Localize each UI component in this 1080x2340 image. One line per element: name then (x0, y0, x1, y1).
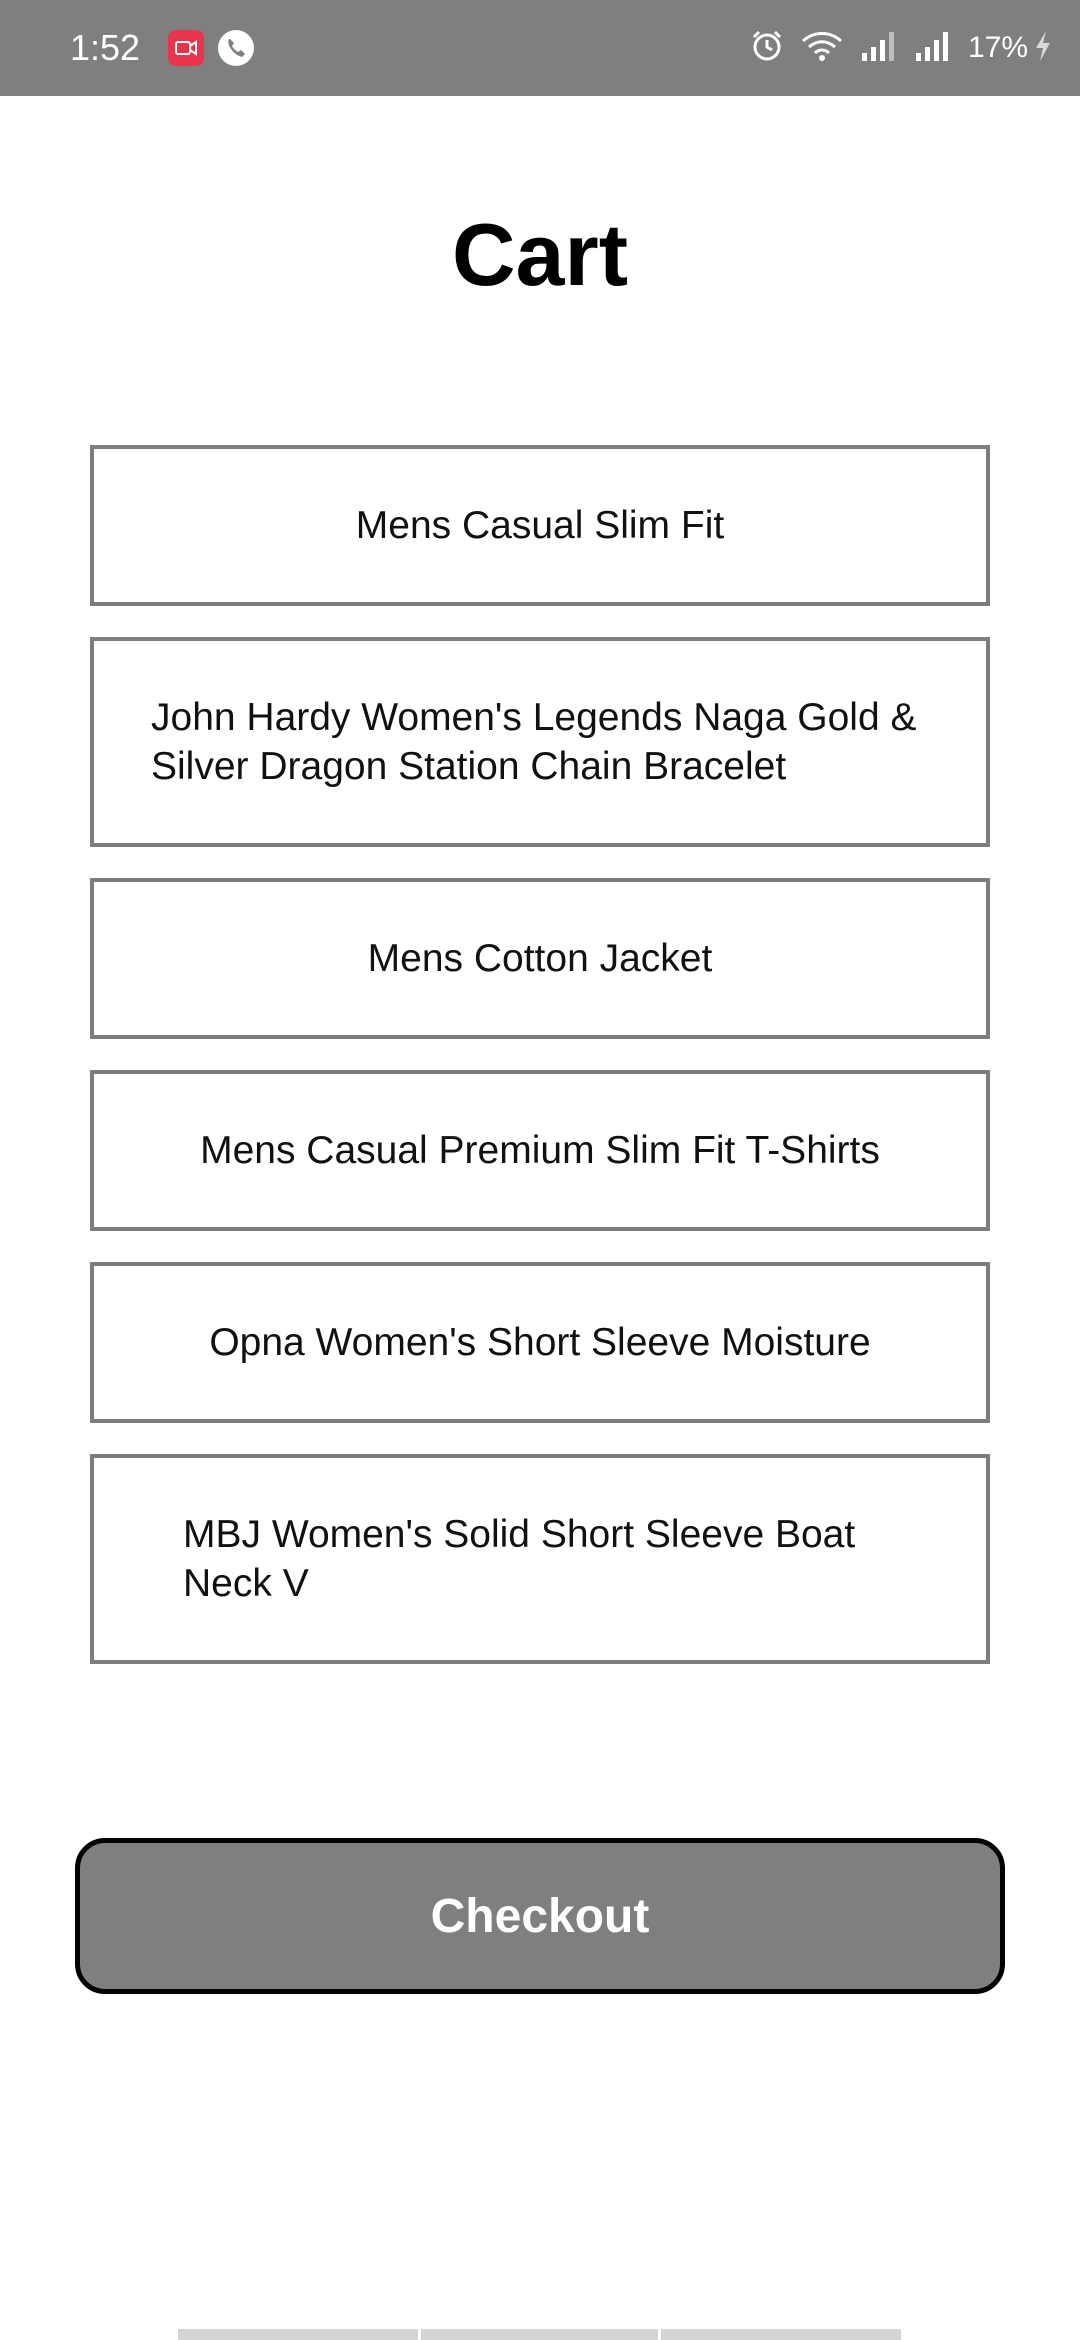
cart-item-mens-cotton-jacket[interactable]: Mens Cotton Jacket (90, 878, 990, 1039)
cart-item-label: Opna Women's Short Sleeve Moisture (209, 1321, 871, 1364)
nav-handle-right[interactable] (661, 2329, 901, 2340)
cart-item-label: Mens Casual Slim Fit (355, 504, 725, 547)
cart-item-mens-casual-slim-fit[interactable]: Mens Casual Slim Fit (90, 445, 990, 606)
signal-icon-2 (914, 29, 952, 68)
nav-handle-left[interactable] (178, 2329, 418, 2340)
cart-item-label: Mens Casual Premium Slim Fit T-Shirts (200, 1129, 880, 1172)
alarm-icon (750, 29, 784, 68)
wifi-icon (800, 29, 844, 68)
signal-icon (860, 29, 898, 68)
battery-percentage: 17% (967, 31, 1028, 64)
page-title: Cart (451, 205, 629, 304)
status-right-group: 17% (750, 26, 1054, 70)
cart-item-mbj-womens-boat-neck[interactable]: MBJ Women's Solid Short Sleeve Boat Neck… (90, 1454, 990, 1664)
cart-item-opna-womens-short-sleeve[interactable]: Opna Women's Short Sleeve Moisture (90, 1262, 990, 1423)
checkout-button-label: Checkout (430, 1889, 650, 1943)
checkout-button[interactable]: Checkout (75, 1838, 1005, 1994)
status-time: 1:52 (70, 27, 141, 68)
nav-handle-center[interactable] (421, 2329, 658, 2340)
cart-item-label: John Hardy Women's Legends Naga Gold & S… (151, 696, 917, 788)
cart-item-label: Mens Cotton Jacket (367, 937, 713, 980)
cart-item-mens-casual-premium-tshirts[interactable]: Mens Casual Premium Slim Fit T-Shirts (90, 1070, 990, 1231)
phone-call-icon (217, 29, 255, 67)
status-bar: 1:52 17% (0, 0, 1080, 96)
screen-record-icon (167, 29, 205, 67)
charging-icon (1032, 29, 1054, 68)
cart-item-john-hardy-bracelet[interactable]: John Hardy Women's Legends Naga Gold & S… (90, 637, 990, 847)
cart-item-label: MBJ Women's Solid Short Sleeve Boat Neck… (183, 1513, 856, 1605)
